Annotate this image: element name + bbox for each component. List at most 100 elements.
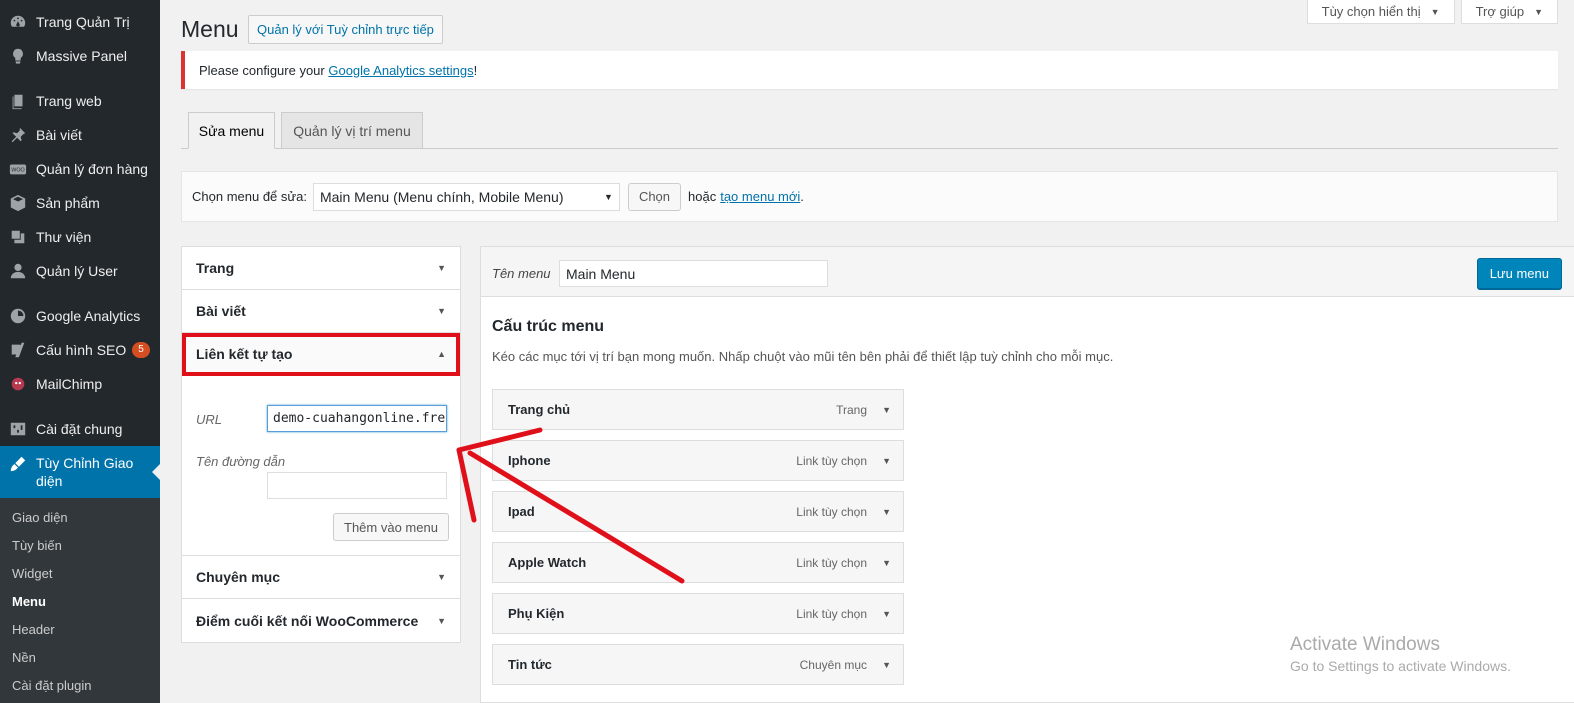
tab-manage-locations[interactable]: Quản lý vị trí menu	[281, 112, 423, 149]
submenu-item-themes[interactable]: Giao diện	[0, 504, 160, 532]
user-icon	[8, 261, 28, 281]
analytics-settings-link[interactable]: Google Analytics settings	[328, 63, 473, 78]
help-button[interactable]: Trợ giúp ▼	[1460, 0, 1558, 24]
screen-meta-links: Tùy chọn hiển thị ▼ Trợ giúp ▼	[1306, 0, 1558, 24]
menu-select-dropdown[interactable]: Main Menu (Menu chính, Mobile Menu) ▼	[312, 182, 620, 211]
screen-options-button[interactable]: Tùy chọn hiển thị ▼	[1306, 0, 1455, 24]
menu-item[interactable]: Ipad Link tùy chọn ▼	[492, 491, 904, 532]
woo-icon: WOO	[8, 159, 28, 179]
url-input[interactable]: demo-cuahangonline.fre	[267, 405, 447, 432]
caret-down-icon[interactable]: ▼	[882, 405, 891, 415]
sidebar-item-mailchimp[interactable]: MailChimp	[0, 367, 160, 401]
menu-item[interactable]: Apple Watch Link tùy chọn ▼	[492, 542, 904, 583]
caret-down-icon[interactable]: ▼	[882, 609, 891, 619]
or-text: hoặc	[688, 189, 717, 204]
brush-icon	[8, 454, 28, 474]
sidebar-item-label: Thư viện	[36, 229, 92, 245]
menu-item-title: Tin tức	[508, 657, 552, 672]
sidebar-item-seo[interactable]: Cấu hình SEO 5	[0, 333, 160, 367]
caret-down-icon: ▼	[437, 615, 446, 626]
caret-down-icon: ▼	[1534, 6, 1543, 17]
settings-icon	[8, 419, 28, 439]
notification-badge: 5	[132, 342, 150, 358]
menu-header: Tên menu Main Menu Lưu menu	[481, 247, 1574, 297]
accordion-title: Liên kết tự tạo	[196, 346, 293, 362]
add-to-menu-button[interactable]: Thêm vào menu	[333, 513, 449, 541]
caret-down-icon[interactable]: ▼	[882, 558, 891, 568]
menu-name-input[interactable]: Main Menu	[559, 260, 828, 287]
menu-item[interactable]: Phụ Kiện Link tùy chọn ▼	[492, 593, 904, 634]
sidebar-item-label: Massive Panel	[36, 48, 128, 64]
accordion-title: Chuyên mục	[196, 569, 281, 585]
accordion-woocommerce-endpoints[interactable]: Điểm cuối kết nối WooCommerce ▼	[182, 599, 460, 642]
dashboard-icon	[8, 12, 28, 32]
save-menu-button[interactable]: Lưu menu	[1476, 258, 1562, 289]
menu-item-title: Iphone	[508, 453, 551, 468]
sidebar-item-users[interactable]: Quản lý User	[0, 254, 160, 288]
caret-up-icon: ▲	[437, 349, 446, 359]
sidebar-item-label: MailChimp	[36, 376, 103, 392]
mailchimp-icon	[8, 374, 28, 394]
accordion-posts[interactable]: Bài viết ▼	[182, 290, 460, 333]
accordion-pages[interactable]: Trang ▼	[182, 247, 460, 290]
submenu-item-customize[interactable]: Tùy biến	[0, 532, 160, 560]
caret-down-icon: ▼	[437, 572, 446, 582]
sidebar-item-label: Cài đặt chung	[36, 421, 123, 437]
submenu-item-widgets[interactable]: Widget	[0, 560, 160, 588]
submenu-item-plugin-settings[interactable]: Cài đặt plugin	[0, 672, 160, 700]
link-text-input[interactable]	[267, 472, 447, 499]
sidebar-item-pages[interactable]: Trang web	[0, 84, 160, 118]
url-label: URL	[196, 412, 223, 427]
menu-item[interactable]: Iphone Link tùy chọn ▼	[492, 440, 904, 481]
screen-options-label: Tùy chọn hiển thị	[1321, 4, 1421, 19]
manage-live-preview-button[interactable]: Quản lý với Tuỳ chỉnh trực tiếp	[248, 15, 443, 44]
choose-menu-button[interactable]: Chọn	[627, 182, 682, 211]
period-text: .	[800, 189, 804, 204]
accordion-custom-links[interactable]: Liên kết tự tạo ▲	[182, 333, 460, 376]
box-icon	[8, 193, 28, 213]
submenu-item-menus[interactable]: Menu	[0, 588, 160, 616]
svg-text:WOO: WOO	[11, 168, 24, 174]
caret-down-icon: ▼	[437, 306, 446, 316]
sidebar-item-google-analytics[interactable]: Google Analytics	[0, 299, 160, 333]
sidebar-item-settings[interactable]: Cài đặt chung	[0, 412, 160, 446]
accordion-categories[interactable]: Chuyên mục ▼	[182, 556, 460, 599]
menu-item[interactable]: Trang chủ Trang ▼	[492, 389, 904, 430]
select-menu-label: Chọn menu để sửa:	[192, 189, 307, 204]
sidebar-item-massive-panel[interactable]: Massive Panel	[0, 39, 160, 73]
sidebar-item-products[interactable]: Sản phẩm	[0, 186, 160, 220]
menu-item-type: Link tùy chọn	[796, 606, 867, 621]
lightbulb-icon	[8, 46, 28, 66]
sidebar-item-dashboard[interactable]: Trang Quản Trị	[0, 5, 160, 39]
caret-down-icon[interactable]: ▼	[882, 507, 891, 517]
sidebar-item-label: Quản lý đơn hàng	[36, 161, 148, 177]
accordion-title: Trang	[196, 260, 235, 276]
analytics-notice: Please configure your Google Analytics s…	[181, 51, 1558, 89]
notice-suffix: !	[473, 62, 478, 78]
sidebar-item-posts[interactable]: Bài viết	[0, 118, 160, 152]
nav-tabs: Sửa menu Quản lý vị trí menu	[181, 112, 1558, 149]
page-title: Menu	[181, 16, 239, 42]
menu-item-type: Trang	[836, 402, 867, 417]
menu-item-title: Ipad	[508, 504, 535, 519]
watermark-title: Activate Windows	[1290, 634, 1440, 655]
sidebar-item-media[interactable]: Thư viện	[0, 220, 160, 254]
menu-item-type: Link tùy chọn	[796, 453, 867, 468]
caret-down-icon: ▼	[437, 263, 446, 273]
sidebar-item-appearance[interactable]: Tùy Chỉnh Giao diện	[0, 446, 160, 498]
menu-item[interactable]: Tin tức Chuyên mục ▼	[492, 644, 904, 685]
sidebar-item-label: Trang web	[36, 93, 102, 109]
submenu-item-header[interactable]: Header	[0, 616, 160, 644]
yoast-icon	[8, 340, 28, 360]
caret-down-icon[interactable]: ▼	[882, 456, 891, 466]
caret-down-icon: ▼	[1430, 6, 1440, 17]
caret-down-icon[interactable]: ▼	[882, 660, 891, 670]
create-new-menu-link[interactable]: tạo menu mới	[720, 189, 800, 204]
add-menu-items-accordion: Trang ▼ Bài viết ▼ Liên kết tự tạo ▲ URL…	[181, 246, 461, 643]
tab-edit-menus[interactable]: Sửa menu	[188, 112, 275, 149]
menu-item-title: Phụ Kiện	[508, 606, 565, 621]
watermark-subtitle: Go to Settings to activate Windows.	[1290, 658, 1511, 674]
sidebar-item-orders[interactable]: WOO Quản lý đơn hàng	[0, 152, 160, 186]
submenu-item-background[interactable]: Nền	[0, 644, 160, 672]
link-text-label: Tên đường dẫn	[196, 454, 286, 469]
